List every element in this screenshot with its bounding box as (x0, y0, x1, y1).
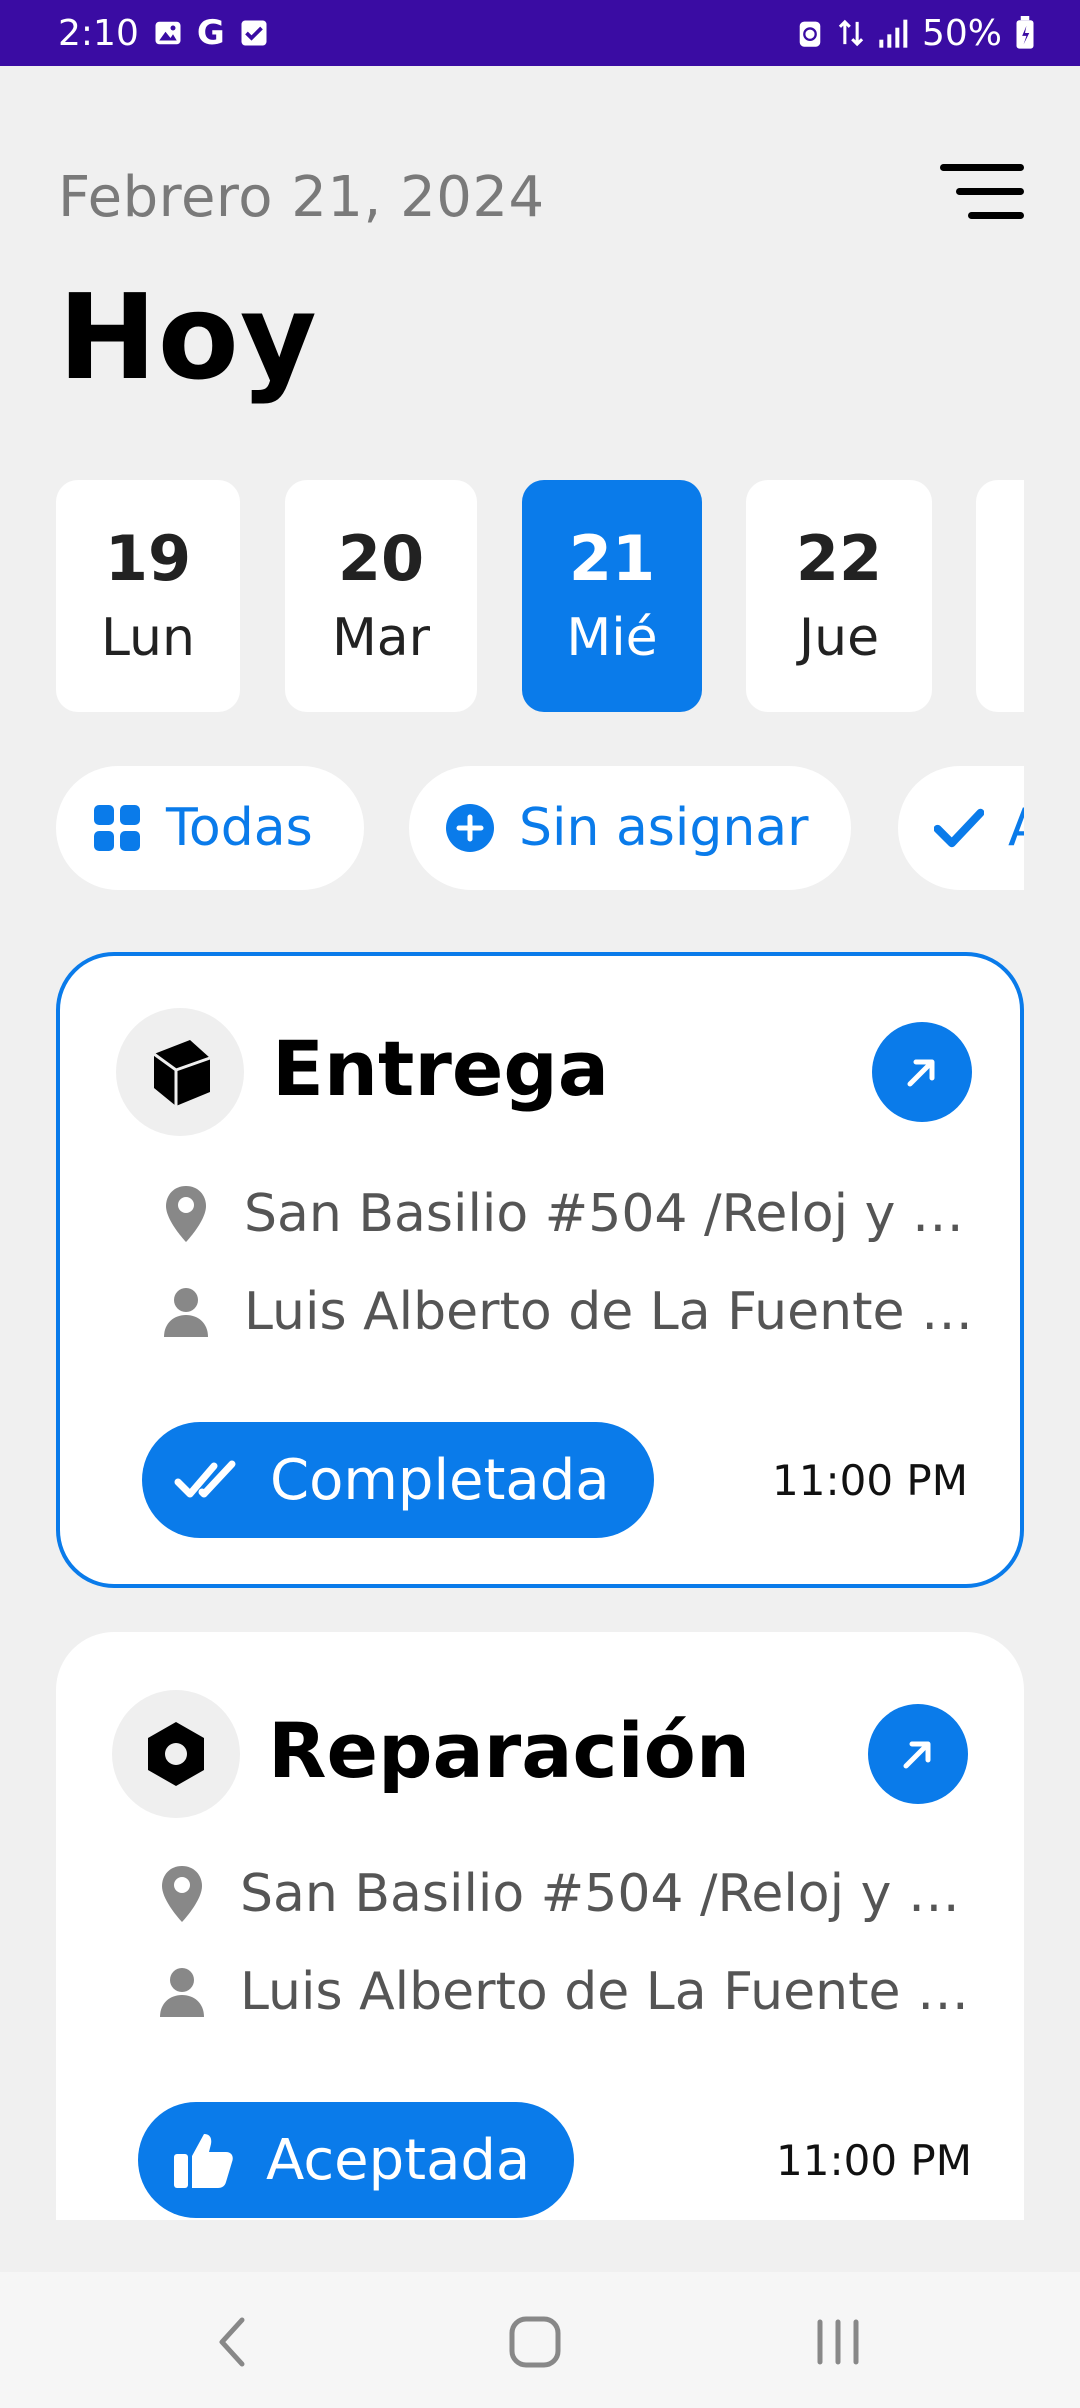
day-weekday: Mié (566, 608, 658, 668)
back-icon (219, 2317, 245, 2367)
filter-label: Todas (166, 798, 313, 858)
task-address-row: San Basilio #504 /Reloj y Cl... (154, 1864, 1014, 1924)
page-title: Hoy (58, 268, 318, 406)
filter-label: Sin asignar (519, 798, 809, 858)
navigation-bar (0, 2272, 1080, 2408)
day-card-22[interactable]: 22 Jue (746, 480, 932, 712)
person-icon (154, 1967, 210, 2017)
location-pin-icon (154, 1864, 210, 1924)
filter-sin-asignar[interactable]: Sin asignar (409, 766, 851, 890)
status-pill-completada[interactable]: Completada (142, 1422, 654, 1538)
task-person: Luis Alberto de La Fuente Ga... (240, 1962, 980, 2022)
day-card-23[interactable]: V (976, 480, 1024, 712)
day-card-21[interactable]: 21 Mié (522, 480, 702, 712)
day-number: 20 (337, 522, 425, 595)
box-icon (116, 1008, 244, 1136)
open-task-button[interactable] (872, 1022, 972, 1122)
check-icon (934, 803, 984, 853)
data-transfer-icon (836, 17, 866, 49)
arrow-up-right-icon (903, 1741, 931, 1769)
day-card-19[interactable]: 19 Lun (56, 480, 240, 712)
task-card-reparacion[interactable]: Reparación San Basilio #504 /Reloj y Cl.… (56, 1632, 1024, 2220)
task-card-entrega[interactable]: Entrega San Basilio #504 /Reloj y Cl... … (56, 952, 1024, 1588)
task-person: Luis Alberto de La Fuente Ga... (244, 1282, 984, 1342)
day-number: 22 (795, 522, 883, 595)
recycle-icon (796, 17, 824, 49)
status-left: 2:10 G (58, 13, 269, 54)
menu-button[interactable] (938, 160, 1026, 224)
checkbox-icon (239, 18, 269, 48)
double-check-icon (172, 1458, 242, 1502)
task-title: Entrega (272, 1024, 610, 1113)
home-icon (509, 2316, 561, 2368)
task-address: San Basilio #504 /Reloj y Cl... (244, 1184, 984, 1244)
recents-icon (817, 2319, 859, 2365)
task-address: San Basilio #504 /Reloj y Cl... (240, 1864, 980, 1924)
filter-label: A (1008, 798, 1024, 858)
task-time: 11:00 PM (772, 1456, 968, 1505)
menu-icon (940, 164, 1024, 219)
status-right: 50% (796, 13, 1036, 54)
day-number: 21 (568, 522, 656, 595)
task-title: Reparación (268, 1706, 750, 1795)
filter-asignadas[interactable]: A (898, 766, 1024, 890)
status-label: Aceptada (266, 2127, 531, 2193)
location-pin-icon (158, 1184, 214, 1244)
grid-icon (92, 803, 142, 853)
open-task-button[interactable] (868, 1704, 968, 1804)
home-button[interactable] (475, 2302, 595, 2382)
status-bar: 2:10 G 50% (0, 0, 1080, 66)
task-address-row: San Basilio #504 /Reloj y Cl... (158, 1184, 1018, 1244)
arrow-up-right-icon (907, 1059, 935, 1087)
person-icon (158, 1287, 214, 1337)
filter-todas[interactable]: Todas (56, 766, 364, 890)
status-label: Completada (270, 1447, 610, 1513)
thumbs-up-icon (168, 2130, 238, 2190)
hex-nut-icon (112, 1690, 240, 1818)
battery-percent: 50% (921, 12, 1002, 54)
day-strip: 19 Lun 20 Mar 21 Mié 22 Jue V (56, 480, 1024, 712)
filter-strip: Todas Sin asignar A (56, 766, 1024, 892)
task-time: 11:00 PM (776, 2136, 972, 2185)
status-time: 2:10 (58, 12, 139, 54)
gallery-icon (153, 18, 183, 48)
day-number: 19 (104, 522, 192, 595)
plus-circle-icon (445, 803, 495, 853)
day-weekday: Mar (331, 608, 431, 668)
task-person-row: Luis Alberto de La Fuente Ga... (158, 1282, 1018, 1342)
date-label: Febrero 21, 2024 (58, 165, 545, 230)
status-pill-aceptada[interactable]: Aceptada (138, 2102, 575, 2218)
back-button[interactable] (172, 2302, 292, 2382)
battery-icon (1014, 16, 1036, 50)
day-weekday: Jue (798, 608, 880, 668)
signal-icon (878, 18, 910, 48)
day-card-20[interactable]: 20 Mar (285, 480, 477, 712)
google-icon: G (196, 13, 225, 53)
day-weekday: Lun (101, 608, 195, 668)
recents-button[interactable] (778, 2302, 898, 2382)
task-person-row: Luis Alberto de La Fuente Ga... (154, 1962, 1014, 2022)
